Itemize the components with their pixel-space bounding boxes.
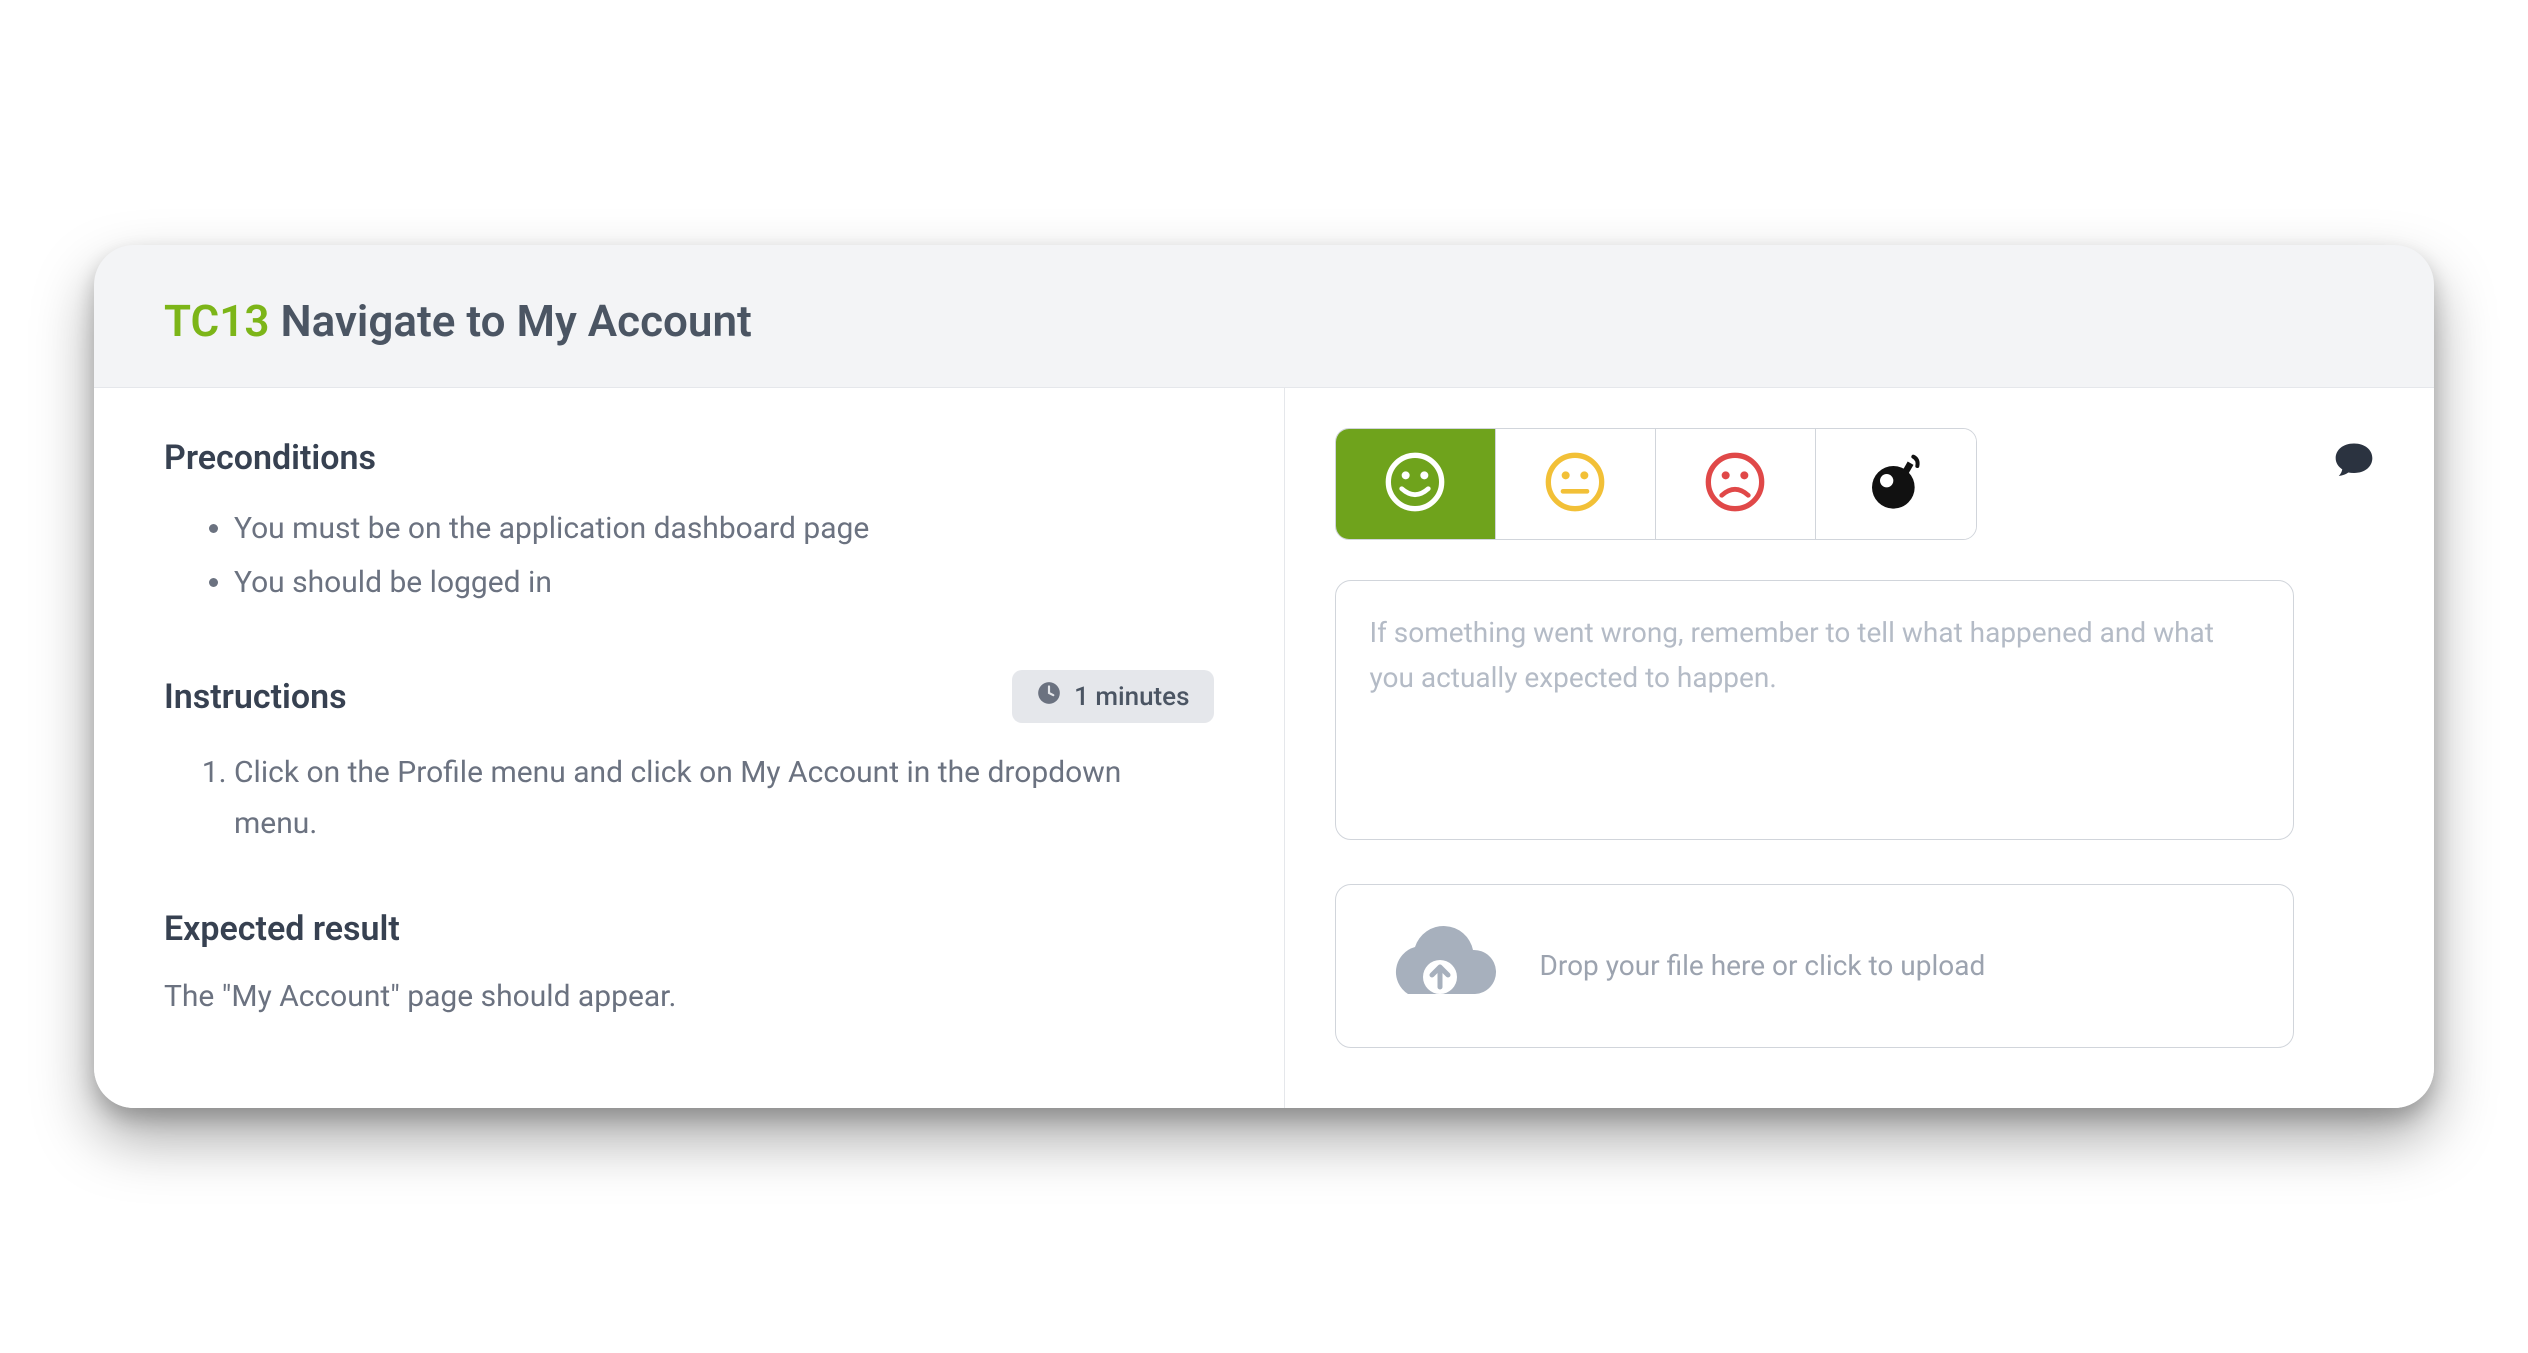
page-title: TC13 Navigate to My Account bbox=[164, 295, 2364, 347]
cloud-upload-icon bbox=[1380, 919, 1500, 1013]
rating-pass-button[interactable] bbox=[1336, 429, 1496, 539]
neutral-icon bbox=[1543, 450, 1607, 518]
upload-text: Drop your file here or click to upload bbox=[1540, 945, 1986, 987]
list-item: Click on the Profile menu and click on M… bbox=[234, 747, 1214, 849]
time-label: 1 minutes bbox=[1074, 682, 1189, 712]
list-item: You must be on the application dashboard… bbox=[234, 502, 1214, 556]
card-header: TC13 Navigate to My Account bbox=[94, 245, 2434, 387]
test-case-title: Navigate to My Account bbox=[280, 295, 751, 347]
expected-text: The "My Account" page should appear. bbox=[164, 973, 1214, 1021]
bomb-icon bbox=[1864, 450, 1928, 518]
comment-icon[interactable] bbox=[2332, 438, 2376, 1048]
instructions-header-row: Instructions 1 minutes bbox=[164, 670, 1214, 723]
left-panel: Preconditions You must be on the applica… bbox=[94, 388, 1285, 1108]
rating-blocked-button[interactable] bbox=[1816, 429, 1976, 539]
preconditions-heading: Preconditions bbox=[164, 438, 1214, 478]
comment-input[interactable] bbox=[1335, 580, 2295, 840]
instructions-list: Click on the Profile menu and click on M… bbox=[164, 747, 1214, 849]
rating-neutral-button[interactable] bbox=[1496, 429, 1656, 539]
right-side-toolbar bbox=[2324, 428, 2384, 1048]
preconditions-list: You must be on the application dashboard… bbox=[164, 502, 1214, 610]
instructions-heading: Instructions bbox=[164, 677, 347, 717]
test-case-id: TC13 bbox=[164, 295, 270, 347]
rating-fail-button[interactable] bbox=[1656, 429, 1816, 539]
time-badge: 1 minutes bbox=[1012, 670, 1213, 723]
file-upload-dropzone[interactable]: Drop your file here or click to upload bbox=[1335, 884, 2295, 1048]
rating-group bbox=[1335, 428, 1977, 540]
expected-heading: Expected result bbox=[164, 909, 1214, 949]
test-case-card: TC13 Navigate to My Account Precondition… bbox=[94, 245, 2434, 1108]
clock-icon bbox=[1036, 680, 1062, 713]
card-body: Preconditions You must be on the applica… bbox=[94, 387, 2434, 1108]
frown-icon bbox=[1703, 450, 1767, 518]
smile-icon bbox=[1383, 450, 1447, 518]
list-item: You should be logged in bbox=[234, 556, 1214, 610]
right-main: Drop your file here or click to upload bbox=[1335, 428, 2295, 1048]
right-panel: Drop your file here or click to upload bbox=[1285, 388, 2435, 1108]
